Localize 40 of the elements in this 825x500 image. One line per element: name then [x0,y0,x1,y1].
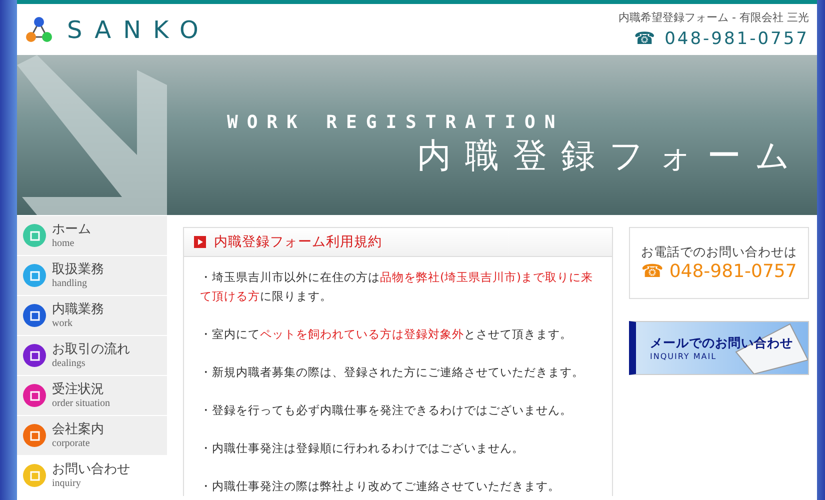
tagline: 内職希望登録フォーム - 有限会社 三光 [618,10,809,25]
terms-note: ・登録を行っても必ず内職仕事を発注できるわけではございません。 [200,402,573,419]
nav-sublabel: handling [52,278,88,289]
terms-note: ・室内にてペットを飼われている方は登録対象外 とさせて頂きます。 [200,326,573,343]
nav-label: お取引の流れ [52,342,130,358]
nav-sublabel: corporate [52,438,91,449]
arrow-icon [17,55,167,215]
banner-title: 内職登録フォーム [417,134,804,178]
nav-sublabel: inquiry [52,478,82,489]
contact-label: お電話でのお問い合わせは [641,244,797,261]
mail-inquiry-button[interactable]: メールでのお問い合わせ INQUIRY MAIL [629,321,809,375]
logo-text: SANKO [67,16,210,44]
terms-note: ・内職仕事発注の際は弊社より改めてご連絡させていただきます。 [200,478,561,495]
nav-item[interactable]: 会社案内 corporate [17,416,167,455]
nav-item[interactable]: 受注状況 order situation [17,376,167,415]
nav-item[interactable]: お取引の流れ dealings [17,336,167,375]
nav-item[interactable]: 取扱業務 handling [17,256,167,295]
nav-sublabel: home [52,238,76,249]
nav-label: 取扱業務 [52,262,104,278]
terms-title: 内職登録フォーム利用規約 [214,233,382,251]
nav-label: 受注状況 [52,382,105,398]
logo-icon [25,16,53,44]
nav-sublabel: work [52,318,74,329]
nav-label: ホーム [52,222,91,238]
nav-label: 会社案内 [52,422,104,438]
phone-number: ☎ 048-981-0757 [634,29,809,49]
nav-item[interactable]: ホーム home [17,216,167,255]
terms-note: ・新規内職者募集の際は、登録された方にご連絡させていただきます。 [200,364,585,381]
banner-subtitle: WORK REGISTRATION [227,112,564,132]
nav-item[interactable]: 内職業務 work [17,296,167,335]
play-icon [194,236,206,248]
nav-sublabel: dealings [52,358,86,369]
terms-note: ・埼玉県吉川市以外に在住の方は品物を弊社(埼玉県吉川市)まで取りに来て頂ける方に限ります。 [200,269,594,305]
nav-label: 内職業務 [52,302,104,318]
nav-sublabel: order situation [52,398,110,409]
nav-label: お問い合わせ [52,462,130,478]
contact-phone: ☎ 048-981-0757 [641,261,797,282]
terms-note: ・内職仕事発注は登録順に行われるわけではございません。 [200,440,525,457]
mail-title: メールでのお問い合わせ [650,335,794,352]
mail-subtitle: INQUIRY MAIL [650,352,718,361]
